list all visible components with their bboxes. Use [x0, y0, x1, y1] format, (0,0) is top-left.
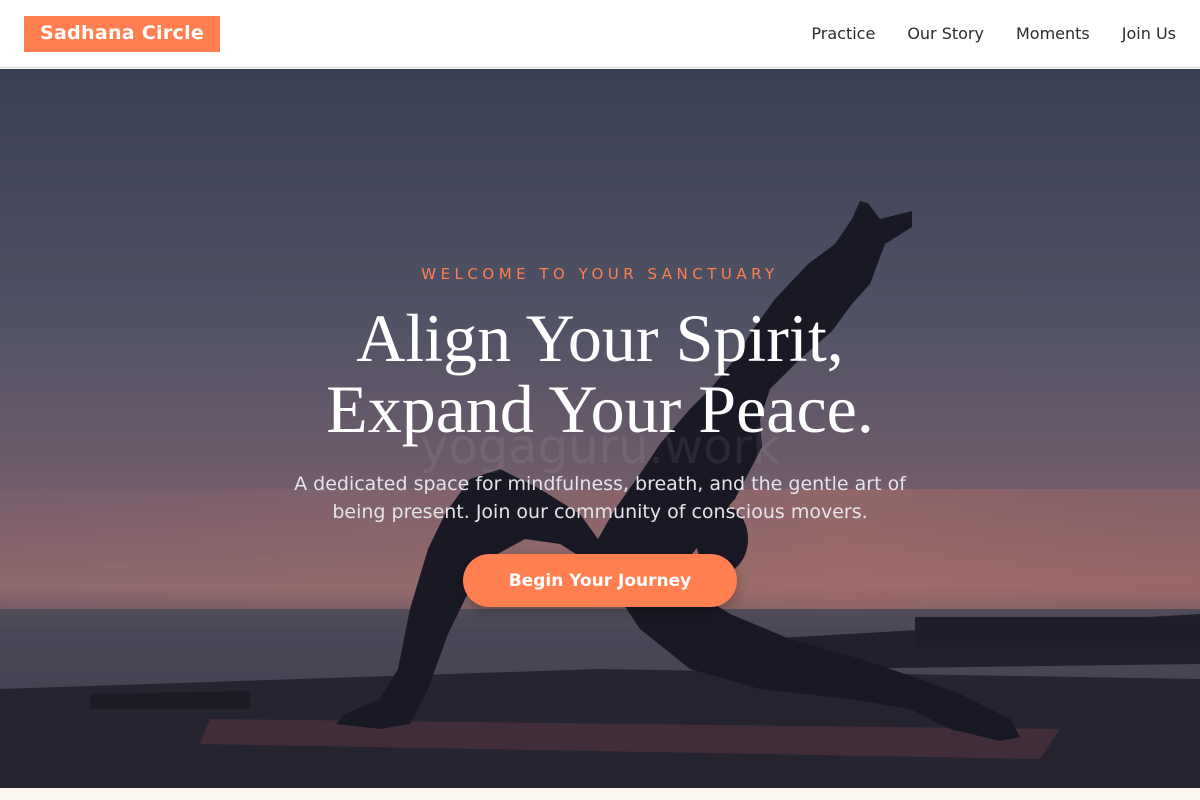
- nav-link-our-story[interactable]: Our Story: [907, 24, 984, 43]
- headline-line-2: Expand Your Peace.: [326, 371, 874, 447]
- nav-link-moments[interactable]: Moments: [1016, 24, 1090, 43]
- hero-headline: Align Your Spirit, Expand Your Peace.: [0, 303, 1200, 445]
- hero-section: yogaguru.work WELCOME TO YOUR SANCTUARY …: [0, 69, 1200, 788]
- top-navbar: Sadhana Circle Practice Our Story Moment…: [0, 0, 1200, 68]
- hero-content: WELCOME TO YOUR SANCTUARY Align Your Spi…: [0, 69, 1200, 788]
- headline-line-1: Align Your Spirit,: [356, 300, 844, 376]
- nav-link-practice[interactable]: Practice: [811, 24, 875, 43]
- hero-eyebrow: WELCOME TO YOUR SANCTUARY: [421, 265, 779, 283]
- hero-subtext: A dedicated space for mindfulness, breat…: [294, 473, 906, 523]
- brand-logo[interactable]: Sadhana Circle: [24, 15, 221, 52]
- begin-journey-button[interactable]: Begin Your Journey: [463, 554, 737, 607]
- page-bottom-strip: [0, 788, 1200, 800]
- main-nav: Practice Our Story Moments Join Us: [811, 24, 1176, 43]
- nav-link-join-us[interactable]: Join Us: [1122, 24, 1176, 43]
